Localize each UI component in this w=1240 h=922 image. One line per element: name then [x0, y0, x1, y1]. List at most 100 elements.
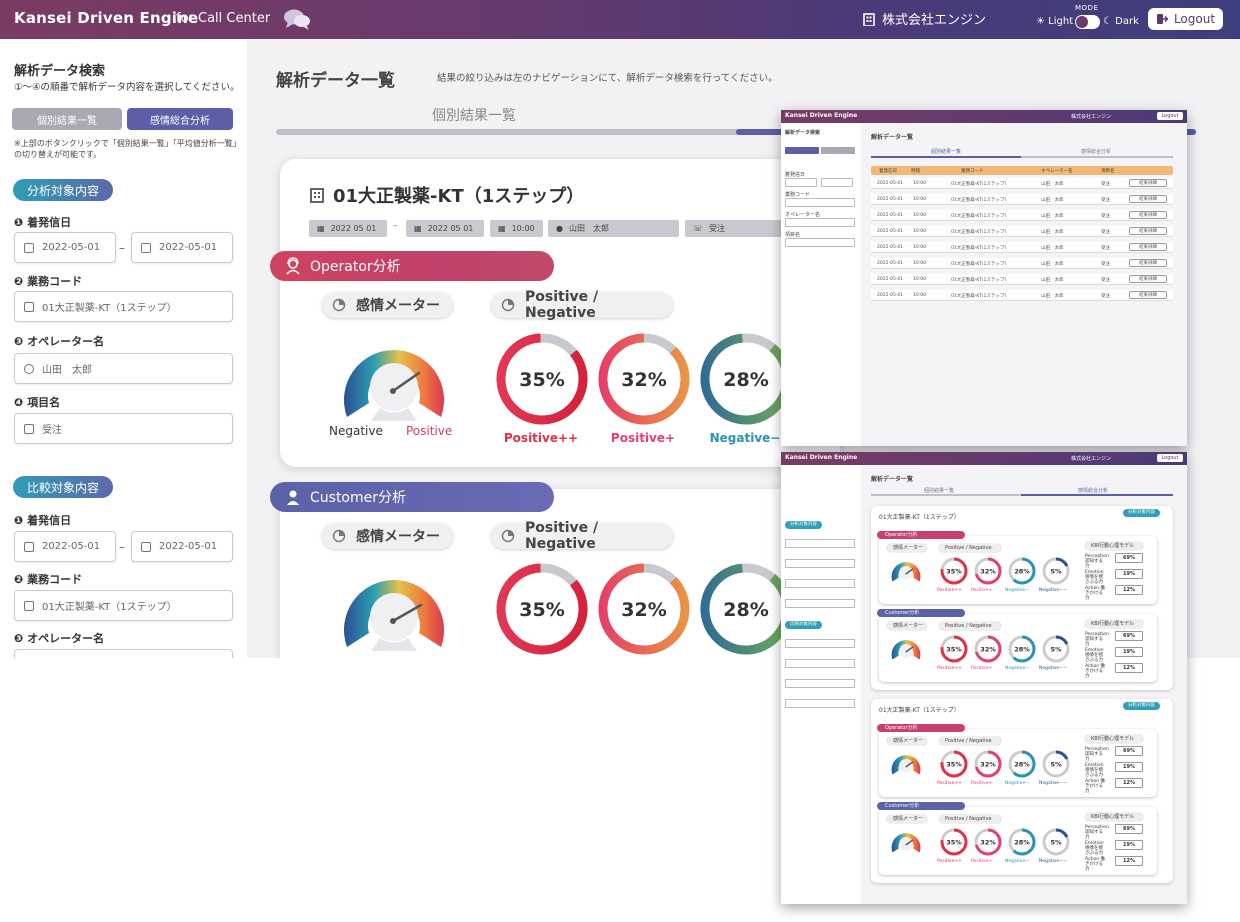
thumb2-ring: 32% [974, 635, 1002, 663]
mode-toggle[interactable] [1075, 15, 1100, 29]
thumb2-kbi-value: 69% [1115, 746, 1143, 756]
customer-ring1-value: 35% [519, 599, 564, 621]
result-detail-button[interactable]: 結果詳細 [1129, 243, 1167, 251]
thumb2-field-8[interactable] [785, 699, 855, 708]
result-detail-button[interactable]: 結果詳細 [1129, 275, 1167, 283]
table-row: 2022-05-01 10:00 01大正製薬-KT(1ステップ) 山田 太郎 受注 結果… [871, 274, 1173, 285]
thumb1-field-3[interactable] [785, 218, 855, 227]
calendar-icon [141, 541, 151, 552]
thumb1-btn-individual[interactable] [785, 147, 819, 154]
emotion-meter-pill: 感情メーター [322, 292, 453, 318]
thumb2-field-7[interactable] [785, 679, 855, 688]
thumb2-tab-emotion[interactable]: 感情総合分析 [1078, 487, 1108, 494]
result-detail-button[interactable]: 結果詳細 [1129, 291, 1167, 299]
thumb2-logout-button[interactable]: Logout [1157, 454, 1183, 462]
business-code-field[interactable]: 01大正製薬-KT（1ステップ） [14, 291, 233, 322]
table-cell-time: 10:00 [913, 293, 926, 298]
building-icon [310, 188, 324, 203]
thumb2-kbi-value: 12% [1115, 663, 1143, 673]
tab-individual[interactable]: 個別結果一覧 [432, 105, 516, 125]
thumb2-field-5[interactable] [785, 639, 855, 648]
thumb1-tab-emotion[interactable]: 感情総合分析 [1081, 148, 1111, 155]
compare-date-label: ❶ 着発信日 [14, 514, 72, 527]
thumb2-ring-label: Positive++ [937, 588, 962, 593]
thumb2-ring-label: Positive++ [937, 781, 962, 786]
table-row: 2022-05-01 10:00 01大正製薬-KT(1ステップ) 山田 太郎 受注 結果… [871, 290, 1173, 301]
item-field[interactable]: 受注 [14, 413, 233, 444]
thumb2-pn-pill: Positive / Negative [939, 815, 1001, 823]
compare-date-from-field[interactable]: 2022-05-01 [14, 531, 116, 562]
table-cell-operator: 山田 太郎 [1041, 262, 1064, 267]
thumb2-kbi-value: 12% [1115, 778, 1143, 788]
thumb1-field-1b[interactable] [821, 178, 853, 187]
mode-light-label: ☀ Light [1036, 16, 1074, 27]
thumb2-gauge [891, 833, 921, 853]
result-detail-button[interactable]: 結果詳細 [1129, 179, 1167, 187]
table-cell-date: 2022-05-01 [877, 261, 904, 266]
thumb2-kbi-label: Action 働きかける力 [1085, 857, 1106, 872]
meta-date-from-text: 2022 05 01 [330, 224, 377, 233]
thumb2-sec1: 分析対象内容 [785, 521, 822, 529]
result-detail-button[interactable]: 結果詳細 [1129, 195, 1167, 203]
thumb2-ring-value: 32% [980, 568, 996, 576]
thumb2-ring-value: 5% [1050, 761, 1062, 769]
thumb2-meter-pill: 感情メーター [887, 737, 927, 745]
pie-chart-icon [501, 529, 515, 543]
mode-light-text: Light [1048, 16, 1074, 27]
thumb2-ring: 32% [974, 557, 1002, 585]
thumb2-meter-pill: 感情メーター [887, 544, 927, 552]
compare-date-to-field[interactable]: 2022-05-01 [131, 531, 233, 562]
result-detail-button[interactable]: 結果詳細 [1129, 259, 1167, 267]
building-icon [24, 600, 34, 611]
date-from-field[interactable]: 2022-05-01 [14, 232, 116, 263]
thumb1-logout-button[interactable]: Logout [1157, 112, 1183, 120]
thumb1-field-2[interactable] [785, 198, 855, 207]
thumb1-field-4[interactable] [785, 238, 855, 247]
table-cell-time: 10:00 [913, 245, 926, 250]
thumb2-topbar: Kansei Driven Engine 株式会社エンジン Logout [781, 452, 1187, 465]
thumb2-field-6[interactable] [785, 659, 855, 668]
emotion-gauge-customer [344, 579, 444, 651]
table-row: 2022-05-01 10:00 01大正製薬-KT(1ステップ) 山田 太郎 受注 結果… [871, 210, 1173, 221]
thumb2-ring-value: 32% [980, 839, 996, 847]
thumb2-ring-label: Negative−− [1039, 588, 1067, 593]
compare-code-field[interactable]: 01大正製薬-KT（1ステップ） [14, 590, 233, 621]
result-detail-button[interactable]: 結果詳細 [1129, 211, 1167, 219]
table-cell-item: 受注 [1101, 246, 1110, 251]
thumb2-tab-individual[interactable]: 個別結果一覧 [924, 487, 954, 494]
thumb1-th-time: 時間 [911, 169, 920, 174]
thumb2-field-3[interactable] [785, 579, 855, 588]
thumb2-field-1[interactable] [785, 539, 855, 548]
thumb1-tab-individual[interactable]: 個別結果一覧 [931, 148, 961, 155]
logout-icon [1156, 14, 1168, 24]
thumb2-card-tag: 分析対象内容 [1123, 509, 1160, 517]
date-to-field[interactable]: 2022-05-01 [131, 232, 233, 263]
ring3-label: Negative− [709, 431, 781, 445]
individual-results-button[interactable]: 個別結果一覧 [12, 108, 122, 130]
thumb2-ring-label: Positive+ [971, 588, 993, 593]
thumb1-field-1a[interactable] [785, 178, 817, 187]
table-cell-item: 受注 [1101, 278, 1110, 283]
thumb2-field-4[interactable] [785, 599, 855, 608]
date-range-dash: – [119, 241, 125, 255]
thumb1-th-item: 項目名 [1101, 169, 1115, 174]
thumb2-analysis-panel: Operator分析 感情メーター Positive / Negative KBI行動… [877, 531, 1157, 604]
emotion-analysis-button[interactable]: 感情総合分析 [127, 108, 233, 130]
table-cell-code: 01大正製薬-KT(1ステップ) [951, 246, 1007, 251]
customer-emotion-meter-pill: 感情メーター [322, 523, 453, 549]
operator-field[interactable]: 山田 太郎 [14, 353, 233, 384]
table-cell-code: 01大正製薬-KT(1ステップ) [951, 230, 1007, 235]
pie-chart-icon [501, 298, 515, 312]
item-label: ❹ 項目名 [14, 396, 61, 409]
thumb1-btn-emotion[interactable] [821, 147, 855, 154]
table-cell-item: 受注 [1101, 198, 1110, 203]
compare-operator-field[interactable] [14, 649, 233, 658]
result-detail-button[interactable]: 結果詳細 [1129, 227, 1167, 235]
thumbnail-list-view: Kansei Driven Engine 株式会社エンジン Logout 解析デ… [781, 110, 1187, 446]
table-cell-date: 2022-05-01 [877, 277, 904, 282]
thumb2-analysis-panel: Customer分析 感情メーター Positive / Negative KBI行動… [877, 802, 1157, 875]
table-row: 2022-05-01 10:00 01大正製薬-KT(1ステップ) 山田 太郎 受注 結果… [871, 178, 1173, 189]
thumb2-kbi-label: Action 働きかける力 [1085, 664, 1106, 679]
logout-button[interactable]: Logout [1148, 8, 1223, 30]
thumb2-field-2[interactable] [785, 559, 855, 568]
